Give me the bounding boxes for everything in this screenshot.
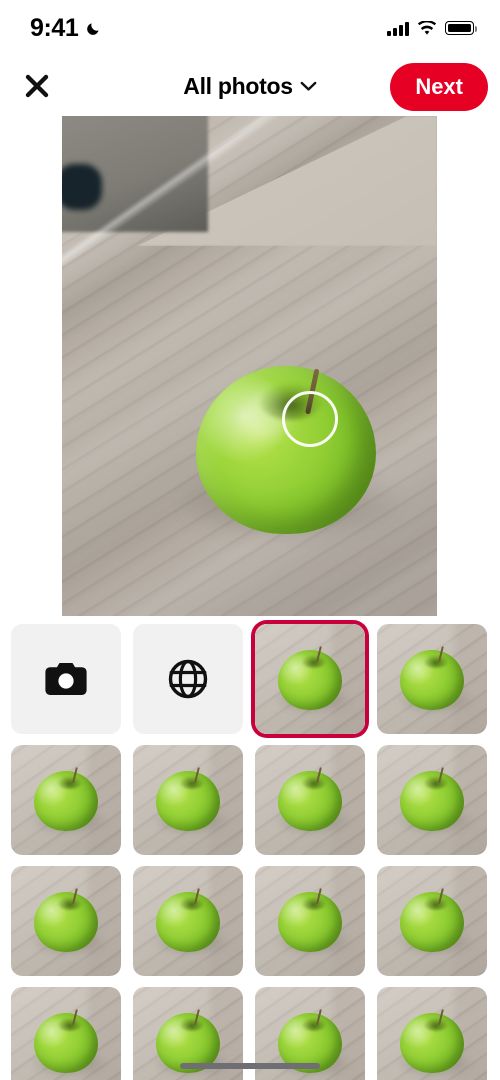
photo-thumbnail[interactable]: [377, 866, 487, 976]
thumbnail-image: [377, 866, 487, 976]
battery-full-icon: [445, 21, 478, 35]
crescent-moon-icon: [85, 20, 102, 37]
web-tile[interactable]: [133, 624, 243, 734]
photo-grid[interactable]: [0, 624, 500, 1080]
thumbnail-image: [133, 866, 243, 976]
thumbnail-image: [377, 987, 487, 1080]
thumbnail-image: [255, 745, 365, 855]
photo-thumbnail[interactable]: [11, 866, 121, 976]
chevron-down-icon: [300, 81, 317, 91]
cellular-signal-icon: [387, 21, 409, 36]
focus-ring-indicator[interactable]: [282, 391, 338, 447]
status-bar-left: 9:41: [30, 14, 102, 43]
photo-thumbnail[interactable]: [377, 624, 487, 734]
table-edge-highlight: [62, 116, 282, 266]
thumbnail-image: [11, 745, 121, 855]
thumbnail-image: [11, 987, 121, 1080]
thumbnail-image: [377, 624, 487, 734]
photo-thumbnail[interactable]: [255, 745, 365, 855]
camera-icon: [45, 663, 87, 695]
photo-thumbnail[interactable]: [133, 745, 243, 855]
photo-thumbnail[interactable]: [255, 866, 365, 976]
thumbnail-image: [133, 745, 243, 855]
photo-preview[interactable]: [62, 116, 437, 616]
thumbnail-image: [11, 866, 121, 976]
photo-thumbnail[interactable]: [11, 745, 121, 855]
camera-tile[interactable]: [11, 624, 121, 734]
thumbnail-image: [377, 745, 487, 855]
status-bar-time: 9:41: [30, 13, 79, 42]
home-indicator: [180, 1063, 320, 1069]
status-bar-right: [387, 19, 478, 36]
photo-thumbnail[interactable]: [133, 866, 243, 976]
photo-thumbnail[interactable]: [11, 987, 121, 1080]
thumbnail-image: [255, 624, 365, 734]
album-title: All photos: [183, 72, 293, 99]
photo-thumbnail[interactable]: [377, 987, 487, 1080]
photo-picker-screen: 9:41 All photos Next: [0, 0, 500, 1080]
status-bar: 9:41: [0, 0, 500, 56]
wifi-icon: [417, 19, 437, 36]
photo-thumbnail[interactable]: [377, 745, 487, 855]
photo-thumbnail-selected[interactable]: [255, 624, 365, 734]
globe-web-icon: [168, 659, 208, 699]
thumbnail-image: [255, 866, 365, 976]
navigation-bar: All photos Next: [0, 56, 500, 116]
next-button[interactable]: Next: [390, 63, 488, 111]
